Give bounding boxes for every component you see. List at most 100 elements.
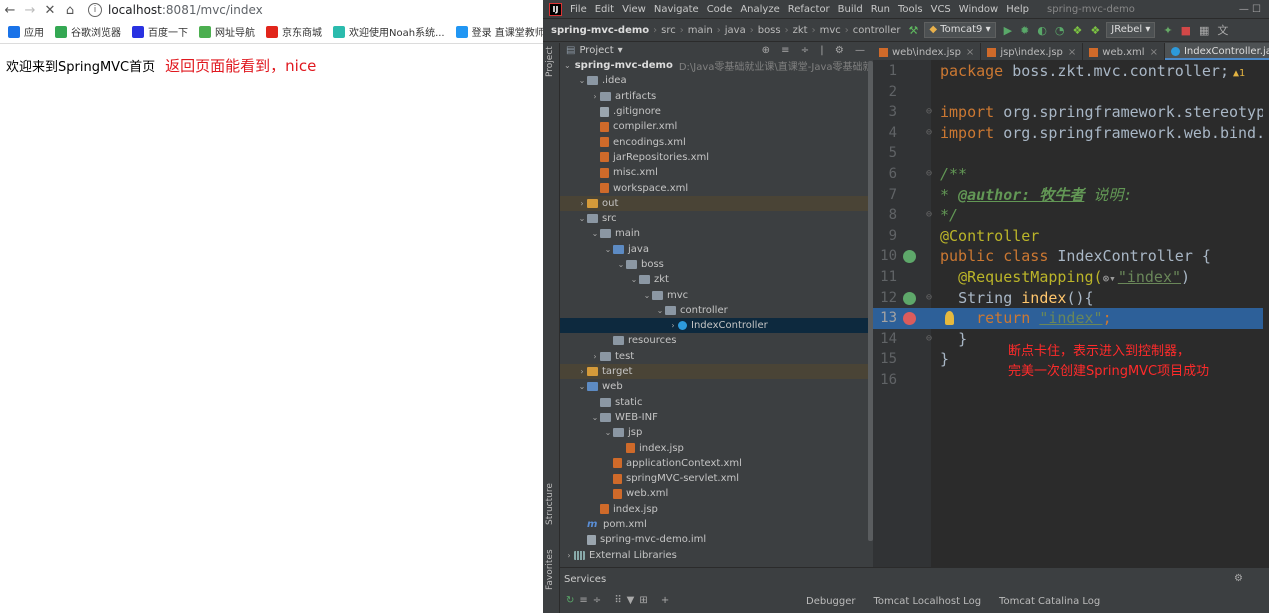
breadcrumb-item[interactable]: controller <box>853 25 901 36</box>
tree-item[interactable]: index.jsp <box>560 440 873 455</box>
tree-item[interactable]: ⌄ src <box>560 211 873 226</box>
hammer-icon[interactable]: ⚒ <box>908 24 918 37</box>
tree-item[interactable]: ⌄ boss <box>560 257 873 272</box>
fold-icon[interactable]: ⊖ <box>926 329 932 350</box>
expand-arrow-icon[interactable]: ⌄ <box>603 245 613 254</box>
project-panel-title[interactable]: Project <box>579 45 613 56</box>
jrebel-debug-icon[interactable]: ❖ <box>1090 24 1100 37</box>
menu-item-refactor[interactable]: Refactor <box>788 4 830 15</box>
tree-item[interactable]: springMVC-servlet.xml <box>560 471 873 486</box>
breadcrumb-item[interactable]: java <box>725 25 746 36</box>
stop-loading-icon[interactable]: ✕ <box>40 3 60 18</box>
expand-arrow-icon[interactable]: ⌄ <box>590 413 600 422</box>
services-tab[interactable]: Tomcat Localhost Log <box>874 596 982 607</box>
home-icon[interactable]: ⌂ <box>60 3 80 18</box>
expand-arrow-icon[interactable]: › <box>564 551 574 560</box>
bookmark-item[interactable]: 欢迎使用Noah系统... <box>333 24 445 39</box>
close-icon[interactable]: × <box>1068 47 1076 58</box>
expand-arrow-icon[interactable]: ⌄ <box>616 260 626 269</box>
forward-arrow-icon[interactable]: → <box>20 3 40 18</box>
expand-arrow-icon[interactable]: ⌄ <box>577 382 587 391</box>
translate-icon[interactable]: 文 <box>1217 22 1228 38</box>
dropdown-icon[interactable]: ▾ <box>618 45 623 56</box>
tree-item[interactable]: › External Libraries <box>560 548 873 563</box>
tree-item[interactable]: ⌄ zkt <box>560 272 873 287</box>
menu-item-edit[interactable]: Edit <box>595 4 614 15</box>
expand-arrow-icon[interactable]: ⌄ <box>642 291 652 300</box>
breadcrumb-item[interactable]: main <box>688 25 713 36</box>
services-tab[interactable]: Tomcat Catalina Log <box>999 596 1100 607</box>
breadcrumb-item[interactable]: mvc <box>820 25 841 36</box>
fold-icon[interactable]: ⊖ <box>926 164 932 185</box>
bookmark-item[interactable]: 登录 直课堂教师 <box>455 24 543 39</box>
expand-arrow-icon[interactable]: ⌄ <box>655 306 665 315</box>
tree-item[interactable]: ⌄ main <box>560 226 873 241</box>
menu-item-analyze[interactable]: Analyze <box>740 4 779 15</box>
project-structure-icon[interactable]: ▦ <box>1199 24 1209 37</box>
favorites-tool-tab[interactable]: Favorites <box>545 549 555 590</box>
tree-item[interactable]: .gitignore <box>560 104 873 119</box>
tree-item[interactable]: applicationContext.xml <box>560 456 873 471</box>
panel-tools-icons[interactable]: ⊕ ≡ ÷ | ⚙ — <box>762 45 869 56</box>
tree-item[interactable]: ⌄ web <box>560 379 873 394</box>
services-tab[interactable]: Debugger <box>806 596 856 607</box>
debug-icon[interactable]: ✹ <box>1020 24 1029 37</box>
tree-item[interactable]: encodings.xml <box>560 134 873 149</box>
expand-arrow-icon[interactable]: ⌄ <box>564 61 571 70</box>
tree-item[interactable]: › out <box>560 195 873 211</box>
tree-item[interactable]: › artifacts <box>560 89 873 104</box>
fold-icon[interactable]: ⊖ <box>926 205 932 226</box>
tree-item[interactable]: spring-mvc-demo.iml <box>560 532 873 547</box>
expand-arrow-icon[interactable]: ⌄ <box>603 428 613 437</box>
breadcrumb-item[interactable]: spring-mvc-demo <box>551 25 649 36</box>
tab-editor[interactable]: jsp\index.jsp × <box>981 43 1084 60</box>
tree-item[interactable]: static <box>560 395 873 410</box>
expand-arrow-icon[interactable]: › <box>577 199 587 208</box>
tab-active[interactable]: IndexController.java× <box>1164 43 1269 60</box>
fold-icon[interactable]: ⊖ <box>926 288 932 309</box>
bookmark-item[interactable]: 百度一下 <box>132 24 188 39</box>
breakpoint-icon[interactable] <box>903 312 916 326</box>
jrebel-update-icon[interactable]: ✦ <box>1163 24 1172 37</box>
tree-item[interactable]: ⌄ spring-mvc-demo D:\Java零基础就业课\直课堂-Java零基… <box>560 58 873 73</box>
gear-icon[interactable]: ⚙ <box>1234 573 1243 584</box>
menu-item-window[interactable]: Window <box>959 4 998 15</box>
breadcrumb-item[interactable]: boss <box>758 25 781 36</box>
structure-tool-tab[interactable]: Structure <box>545 483 555 525</box>
expand-arrow-icon[interactable]: › <box>590 352 600 361</box>
bookmark-item[interactable]: 京东商城 <box>266 24 322 39</box>
tree-item[interactable]: misc.xml <box>560 165 873 180</box>
editor-scrollbar[interactable] <box>1263 60 1269 567</box>
globe-icon[interactable]: ⊛▾ <box>1103 269 1116 290</box>
fold-icon[interactable]: ⊖ <box>926 123 932 144</box>
tree-item[interactable]: ⌄ jsp <box>560 425 873 440</box>
address-bar[interactable]: localhost:8081/mvc/index <box>108 3 263 17</box>
services-toolbar-icons[interactable]: ↻≡÷ ⠿▼⊞ + <box>566 595 674 606</box>
tree-item[interactable]: › IndexController <box>560 318 873 334</box>
fold-icon[interactable]: ⊖ <box>926 102 932 123</box>
tree-item[interactable]: index.jsp <box>560 502 873 517</box>
site-info-icon[interactable]: i <box>88 3 102 17</box>
expand-arrow-icon[interactable]: › <box>668 321 678 330</box>
bookmark-item[interactable]: 应用 <box>8 24 44 39</box>
code-area[interactable]: 1 package boss.zkt.mvc.controller; ▲1 2 3… <box>873 60 1269 567</box>
menu-item-tools[interactable]: Tools <box>898 4 923 15</box>
window-controls-icon[interactable]: — ☐ <box>1239 4 1261 15</box>
stop-icon[interactable]: ■ <box>1181 24 1191 37</box>
tree-item[interactable]: ⌄ mvc <box>560 287 873 302</box>
project-tool-tab[interactable]: Project <box>545 46 555 77</box>
menu-item-code[interactable]: Code <box>707 4 733 15</box>
tree-item[interactable]: ⌄ java <box>560 242 873 257</box>
request-mapping-icon[interactable] <box>903 291 916 305</box>
expand-arrow-icon[interactable]: ⌄ <box>577 214 587 223</box>
expand-arrow-icon[interactable]: › <box>590 92 600 101</box>
bookmark-item[interactable]: 网址导航 <box>199 24 255 39</box>
bookmark-item[interactable]: 谷歌浏览器 <box>55 24 121 39</box>
coverage-icon[interactable]: ◐ <box>1037 24 1047 37</box>
tree-item[interactable]: jarRepositories.xml <box>560 150 873 165</box>
breadcrumb-item[interactable]: zkt <box>793 25 808 36</box>
menu-item-vcs[interactable]: VCS <box>931 4 951 15</box>
expand-arrow-icon[interactable]: ⌄ <box>577 76 587 85</box>
expand-arrow-icon[interactable]: › <box>577 367 587 376</box>
run-config-select[interactable]: ◆ Tomcat9 ▾ <box>924 22 996 38</box>
